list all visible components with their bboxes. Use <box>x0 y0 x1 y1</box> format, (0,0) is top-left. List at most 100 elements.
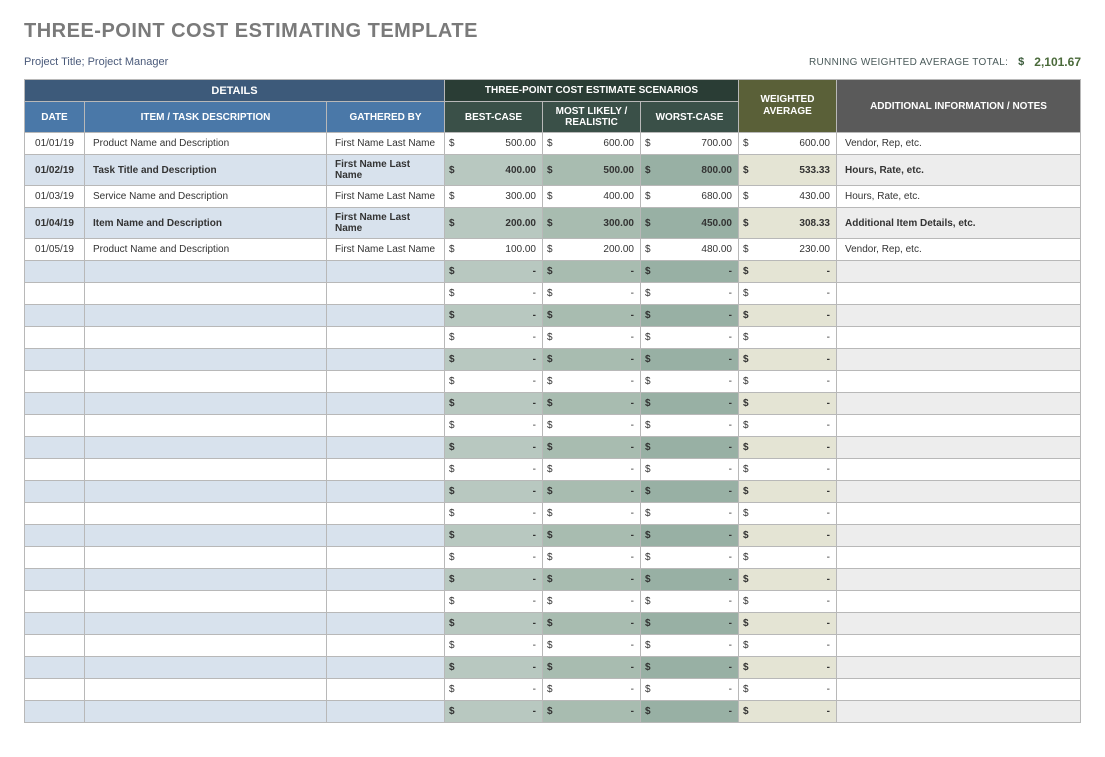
cell-most[interactable]: $- <box>543 349 641 371</box>
cell-most[interactable]: $- <box>543 591 641 613</box>
cell-best[interactable]: $- <box>445 371 543 393</box>
cell-weighted[interactable]: $533.33 <box>739 155 837 186</box>
cell-item[interactable] <box>85 415 327 437</box>
cell-most[interactable]: $- <box>543 283 641 305</box>
cell-gathered[interactable] <box>327 415 445 437</box>
cell-worst[interactable]: $680.00 <box>641 186 739 208</box>
cell-worst[interactable]: $- <box>641 393 739 415</box>
cell-gathered[interactable] <box>327 547 445 569</box>
cell-most[interactable]: $400.00 <box>543 186 641 208</box>
cell-notes[interactable] <box>837 415 1081 437</box>
cell-weighted[interactable]: $- <box>739 437 837 459</box>
cell-item[interactable] <box>85 283 327 305</box>
cell-notes[interactable] <box>837 305 1081 327</box>
cell-item[interactable] <box>85 547 327 569</box>
cell-gathered[interactable] <box>327 261 445 283</box>
cell-date[interactable] <box>25 327 85 349</box>
cell-notes[interactable]: Vendor, Rep, etc. <box>837 133 1081 155</box>
cell-notes[interactable]: Hours, Rate, etc. <box>837 186 1081 208</box>
cell-gathered[interactable] <box>327 393 445 415</box>
cell-gathered[interactable]: First Name Last Name <box>327 133 445 155</box>
cell-date[interactable] <box>25 657 85 679</box>
cell-worst[interactable]: $- <box>641 327 739 349</box>
cell-most[interactable]: $- <box>543 635 641 657</box>
cell-date[interactable] <box>25 459 85 481</box>
cell-notes[interactable] <box>837 283 1081 305</box>
cell-weighted[interactable]: $- <box>739 415 837 437</box>
cell-weighted[interactable]: $230.00 <box>739 239 837 261</box>
cell-date[interactable] <box>25 371 85 393</box>
cell-best[interactable]: $300.00 <box>445 186 543 208</box>
cell-best[interactable]: $- <box>445 679 543 701</box>
cell-item[interactable] <box>85 503 327 525</box>
cell-worst[interactable]: $- <box>641 459 739 481</box>
cell-most[interactable]: $- <box>543 459 641 481</box>
cell-weighted[interactable]: $- <box>739 701 837 723</box>
cell-most[interactable]: $- <box>543 613 641 635</box>
cell-best[interactable]: $- <box>445 569 543 591</box>
cell-weighted[interactable]: $308.33 <box>739 208 837 239</box>
cell-most[interactable]: $- <box>543 415 641 437</box>
cell-worst[interactable]: $480.00 <box>641 239 739 261</box>
cell-notes[interactable]: Hours, Rate, etc. <box>837 155 1081 186</box>
cell-gathered[interactable] <box>327 481 445 503</box>
cell-most[interactable]: $- <box>543 305 641 327</box>
cell-best[interactable]: $- <box>445 437 543 459</box>
cell-item[interactable] <box>85 569 327 591</box>
cell-most[interactable]: $- <box>543 569 641 591</box>
cell-weighted[interactable]: $- <box>739 547 837 569</box>
cell-most[interactable]: $- <box>543 503 641 525</box>
cell-date[interactable] <box>25 349 85 371</box>
cell-most[interactable]: $- <box>543 679 641 701</box>
cell-weighted[interactable]: $- <box>739 569 837 591</box>
cell-gathered[interactable] <box>327 371 445 393</box>
cell-gathered[interactable] <box>327 635 445 657</box>
cell-weighted[interactable]: $- <box>739 305 837 327</box>
cell-notes[interactable] <box>837 261 1081 283</box>
cell-notes[interactable] <box>837 437 1081 459</box>
cell-most[interactable]: $- <box>543 525 641 547</box>
cell-weighted[interactable]: $- <box>739 283 837 305</box>
cell-most[interactable]: $- <box>543 261 641 283</box>
cell-most[interactable]: $300.00 <box>543 208 641 239</box>
cell-worst[interactable]: $450.00 <box>641 208 739 239</box>
cell-best[interactable]: $- <box>445 349 543 371</box>
cell-weighted[interactable]: $600.00 <box>739 133 837 155</box>
cell-date[interactable] <box>25 569 85 591</box>
cell-item[interactable] <box>85 437 327 459</box>
cell-notes[interactable] <box>837 481 1081 503</box>
cell-weighted[interactable]: $- <box>739 613 837 635</box>
cell-worst[interactable]: $- <box>641 415 739 437</box>
cell-notes[interactable] <box>837 679 1081 701</box>
cell-date[interactable] <box>25 679 85 701</box>
cell-notes[interactable]: Vendor, Rep, etc. <box>837 239 1081 261</box>
cell-item[interactable] <box>85 657 327 679</box>
cell-most[interactable]: $- <box>543 701 641 723</box>
cell-weighted[interactable]: $- <box>739 327 837 349</box>
cell-date[interactable]: 01/04/19 <box>25 208 85 239</box>
cell-date[interactable] <box>25 415 85 437</box>
cell-best[interactable]: $200.00 <box>445 208 543 239</box>
cell-item[interactable] <box>85 591 327 613</box>
cell-most[interactable]: $200.00 <box>543 239 641 261</box>
cell-best[interactable]: $- <box>445 503 543 525</box>
cell-gathered[interactable] <box>327 613 445 635</box>
cell-notes[interactable] <box>837 459 1081 481</box>
cell-worst[interactable]: $- <box>641 591 739 613</box>
cell-best[interactable]: $- <box>445 657 543 679</box>
cell-date[interactable] <box>25 283 85 305</box>
cell-notes[interactable] <box>837 349 1081 371</box>
cell-date[interactable] <box>25 635 85 657</box>
cell-weighted[interactable]: $- <box>739 349 837 371</box>
cell-best[interactable]: $- <box>445 525 543 547</box>
cell-date[interactable]: 01/01/19 <box>25 133 85 155</box>
cell-worst[interactable]: $- <box>641 261 739 283</box>
cell-worst[interactable]: $- <box>641 679 739 701</box>
cell-gathered[interactable] <box>327 657 445 679</box>
cell-worst[interactable]: $- <box>641 701 739 723</box>
cell-weighted[interactable]: $- <box>739 459 837 481</box>
cell-gathered[interactable] <box>327 569 445 591</box>
cell-most[interactable]: $- <box>543 437 641 459</box>
cell-date[interactable] <box>25 591 85 613</box>
cell-item[interactable] <box>85 635 327 657</box>
